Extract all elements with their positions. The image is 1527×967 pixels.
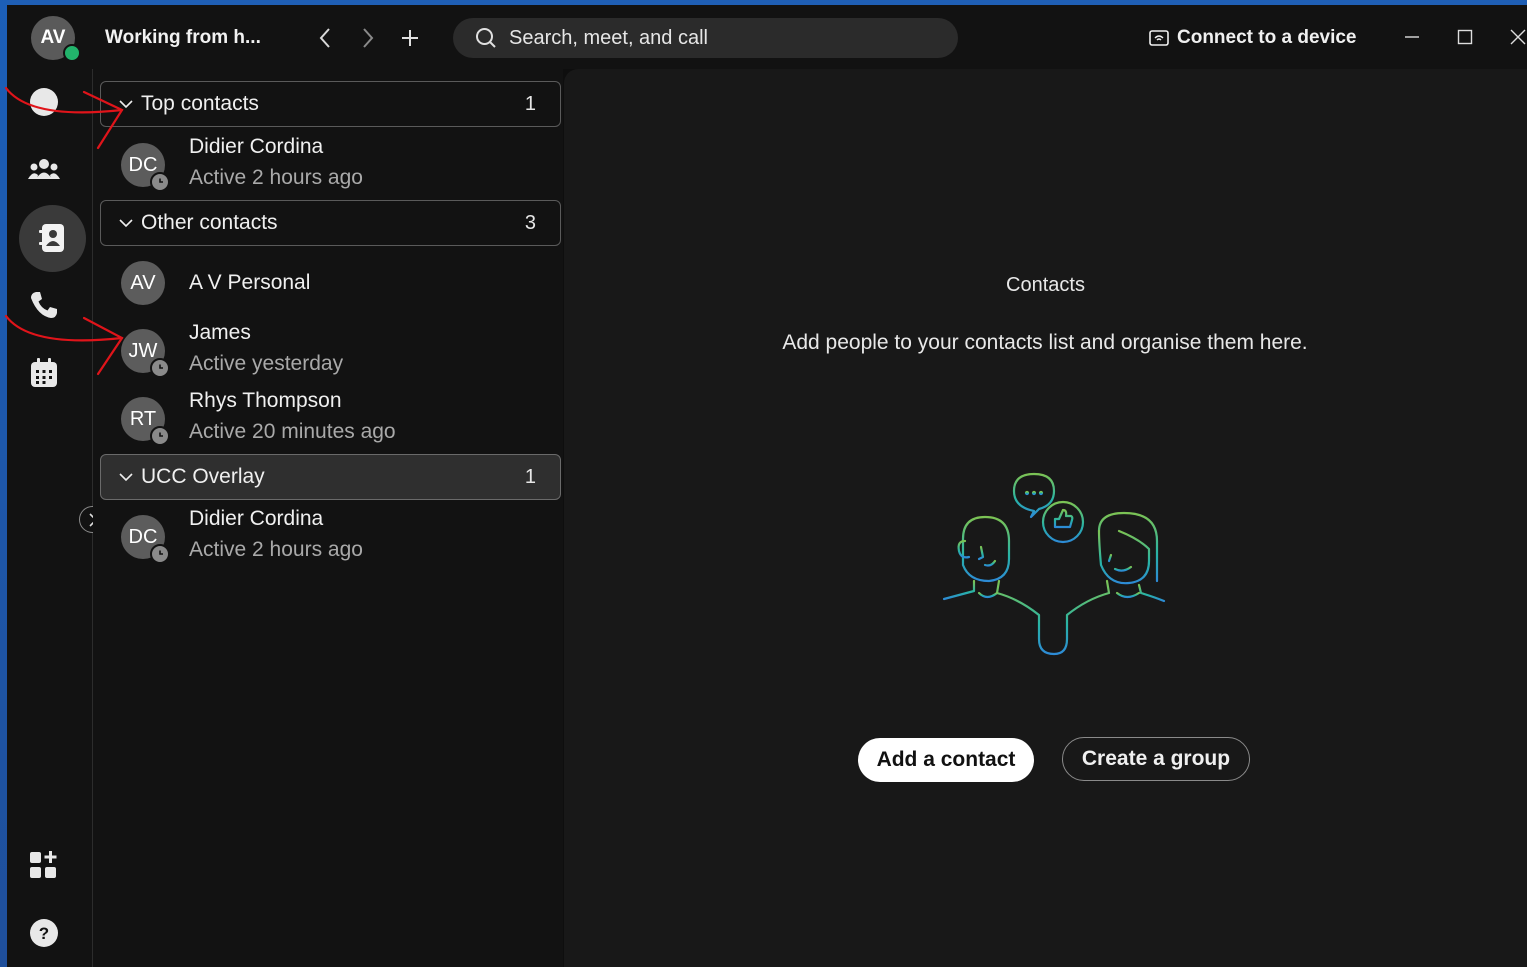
contact-status: Active 20 minutes ago [189, 420, 396, 443]
chevron-down-icon [119, 218, 133, 228]
search-input[interactable]: Search, meet, and call [453, 18, 958, 58]
contact-status: Active 2 hours ago [189, 538, 363, 561]
nav-teams[interactable] [19, 145, 69, 195]
group-label: UCC Overlay [141, 465, 265, 488]
empty-state-description: Add people to your contacts list and org… [782, 331, 1308, 354]
group-count: 3 [524, 211, 536, 234]
chevron-down-icon [119, 472, 133, 482]
contacts-list-panel: Top contacts 1 DC Didier Cordina Active … [93, 69, 563, 967]
calendar-icon [31, 358, 57, 387]
chevron-left-icon [319, 28, 330, 48]
chevron-down-icon [119, 99, 133, 109]
device-icon [1149, 30, 1169, 46]
nav-contacts[interactable] [27, 213, 77, 263]
contact-status: Active 2 hours ago [189, 166, 363, 189]
connect-device-label: Connect to a device [1177, 27, 1357, 48]
minimize-button[interactable] [1397, 22, 1427, 52]
contact-status: Active yesterday [189, 352, 344, 375]
status-title[interactable]: Working from h... [105, 27, 261, 49]
back-button[interactable] [312, 24, 338, 52]
apps-add-icon [30, 851, 57, 878]
contact-name: A V Personal [189, 271, 311, 294]
connect-device-button[interactable]: Connect to a device [1149, 27, 1357, 49]
group-count: 1 [524, 465, 536, 488]
close-button[interactable] [1503, 22, 1527, 52]
group-count: 1 [524, 92, 536, 115]
group-header-top-contacts[interactable]: Top contacts 1 [100, 81, 561, 127]
contact-item[interactable]: DC Didier Cordina Active 2 hours ago [121, 135, 551, 197]
contact-item[interactable]: DC Didier Cordina Active 2 hours ago [121, 507, 551, 569]
plus-icon [402, 30, 418, 46]
group-header-ucc-overlay[interactable]: UCC Overlay 1 [100, 454, 561, 500]
maximize-icon [1457, 29, 1473, 45]
contact-name: Didier Cordina [189, 135, 324, 158]
minimize-icon [1405, 36, 1419, 38]
search-icon [476, 28, 496, 48]
contact-item[interactable]: RT Rhys Thompson Active 20 minutes ago [121, 389, 551, 451]
teams-icon [28, 159, 60, 179]
contact-name: Rhys Thompson [189, 389, 342, 412]
group-label: Top contacts [141, 92, 259, 115]
avatar: AV [121, 261, 165, 305]
contact-name: Didier Cordina [189, 507, 324, 530]
add-contact-button[interactable]: Add a contact [858, 738, 1034, 782]
chevron-right-icon [363, 28, 374, 48]
main-content: Contacts Add people to your contacts lis… [564, 69, 1527, 967]
svg-text:?: ? [39, 924, 49, 943]
nav-messaging[interactable] [19, 77, 69, 127]
group-label: Other contacts [141, 211, 278, 234]
contacts-icon [39, 224, 64, 252]
maximize-button[interactable] [1450, 22, 1480, 52]
contact-item[interactable]: JW James Active yesterday [121, 321, 551, 383]
nav-calendar[interactable] [19, 348, 69, 398]
group-header-other-contacts[interactable]: Other contacts 3 [100, 200, 561, 246]
forward-button[interactable] [355, 24, 381, 52]
empty-state-title: Contacts [1006, 274, 1085, 296]
clock-icon [150, 172, 170, 192]
messaging-icon [30, 88, 58, 116]
nav-calling[interactable] [19, 280, 69, 330]
window-border-left [0, 0, 7, 967]
search-placeholder: Search, meet, and call [509, 26, 708, 49]
presence-indicator [63, 44, 81, 62]
phone-icon [31, 292, 57, 318]
nav-apps[interactable] [19, 840, 69, 890]
help-icon: ? [30, 919, 58, 947]
contact-name: James [189, 321, 251, 344]
clock-icon [150, 426, 170, 446]
clock-icon [150, 544, 170, 564]
nav-help[interactable]: ? [19, 908, 69, 958]
create-group-button[interactable]: Create a group [1062, 737, 1250, 781]
contact-item[interactable]: AV A V Personal [121, 253, 551, 315]
new-button[interactable] [397, 24, 423, 52]
close-icon [1510, 29, 1526, 45]
clock-icon [150, 358, 170, 378]
contacts-illustration [942, 472, 1166, 656]
